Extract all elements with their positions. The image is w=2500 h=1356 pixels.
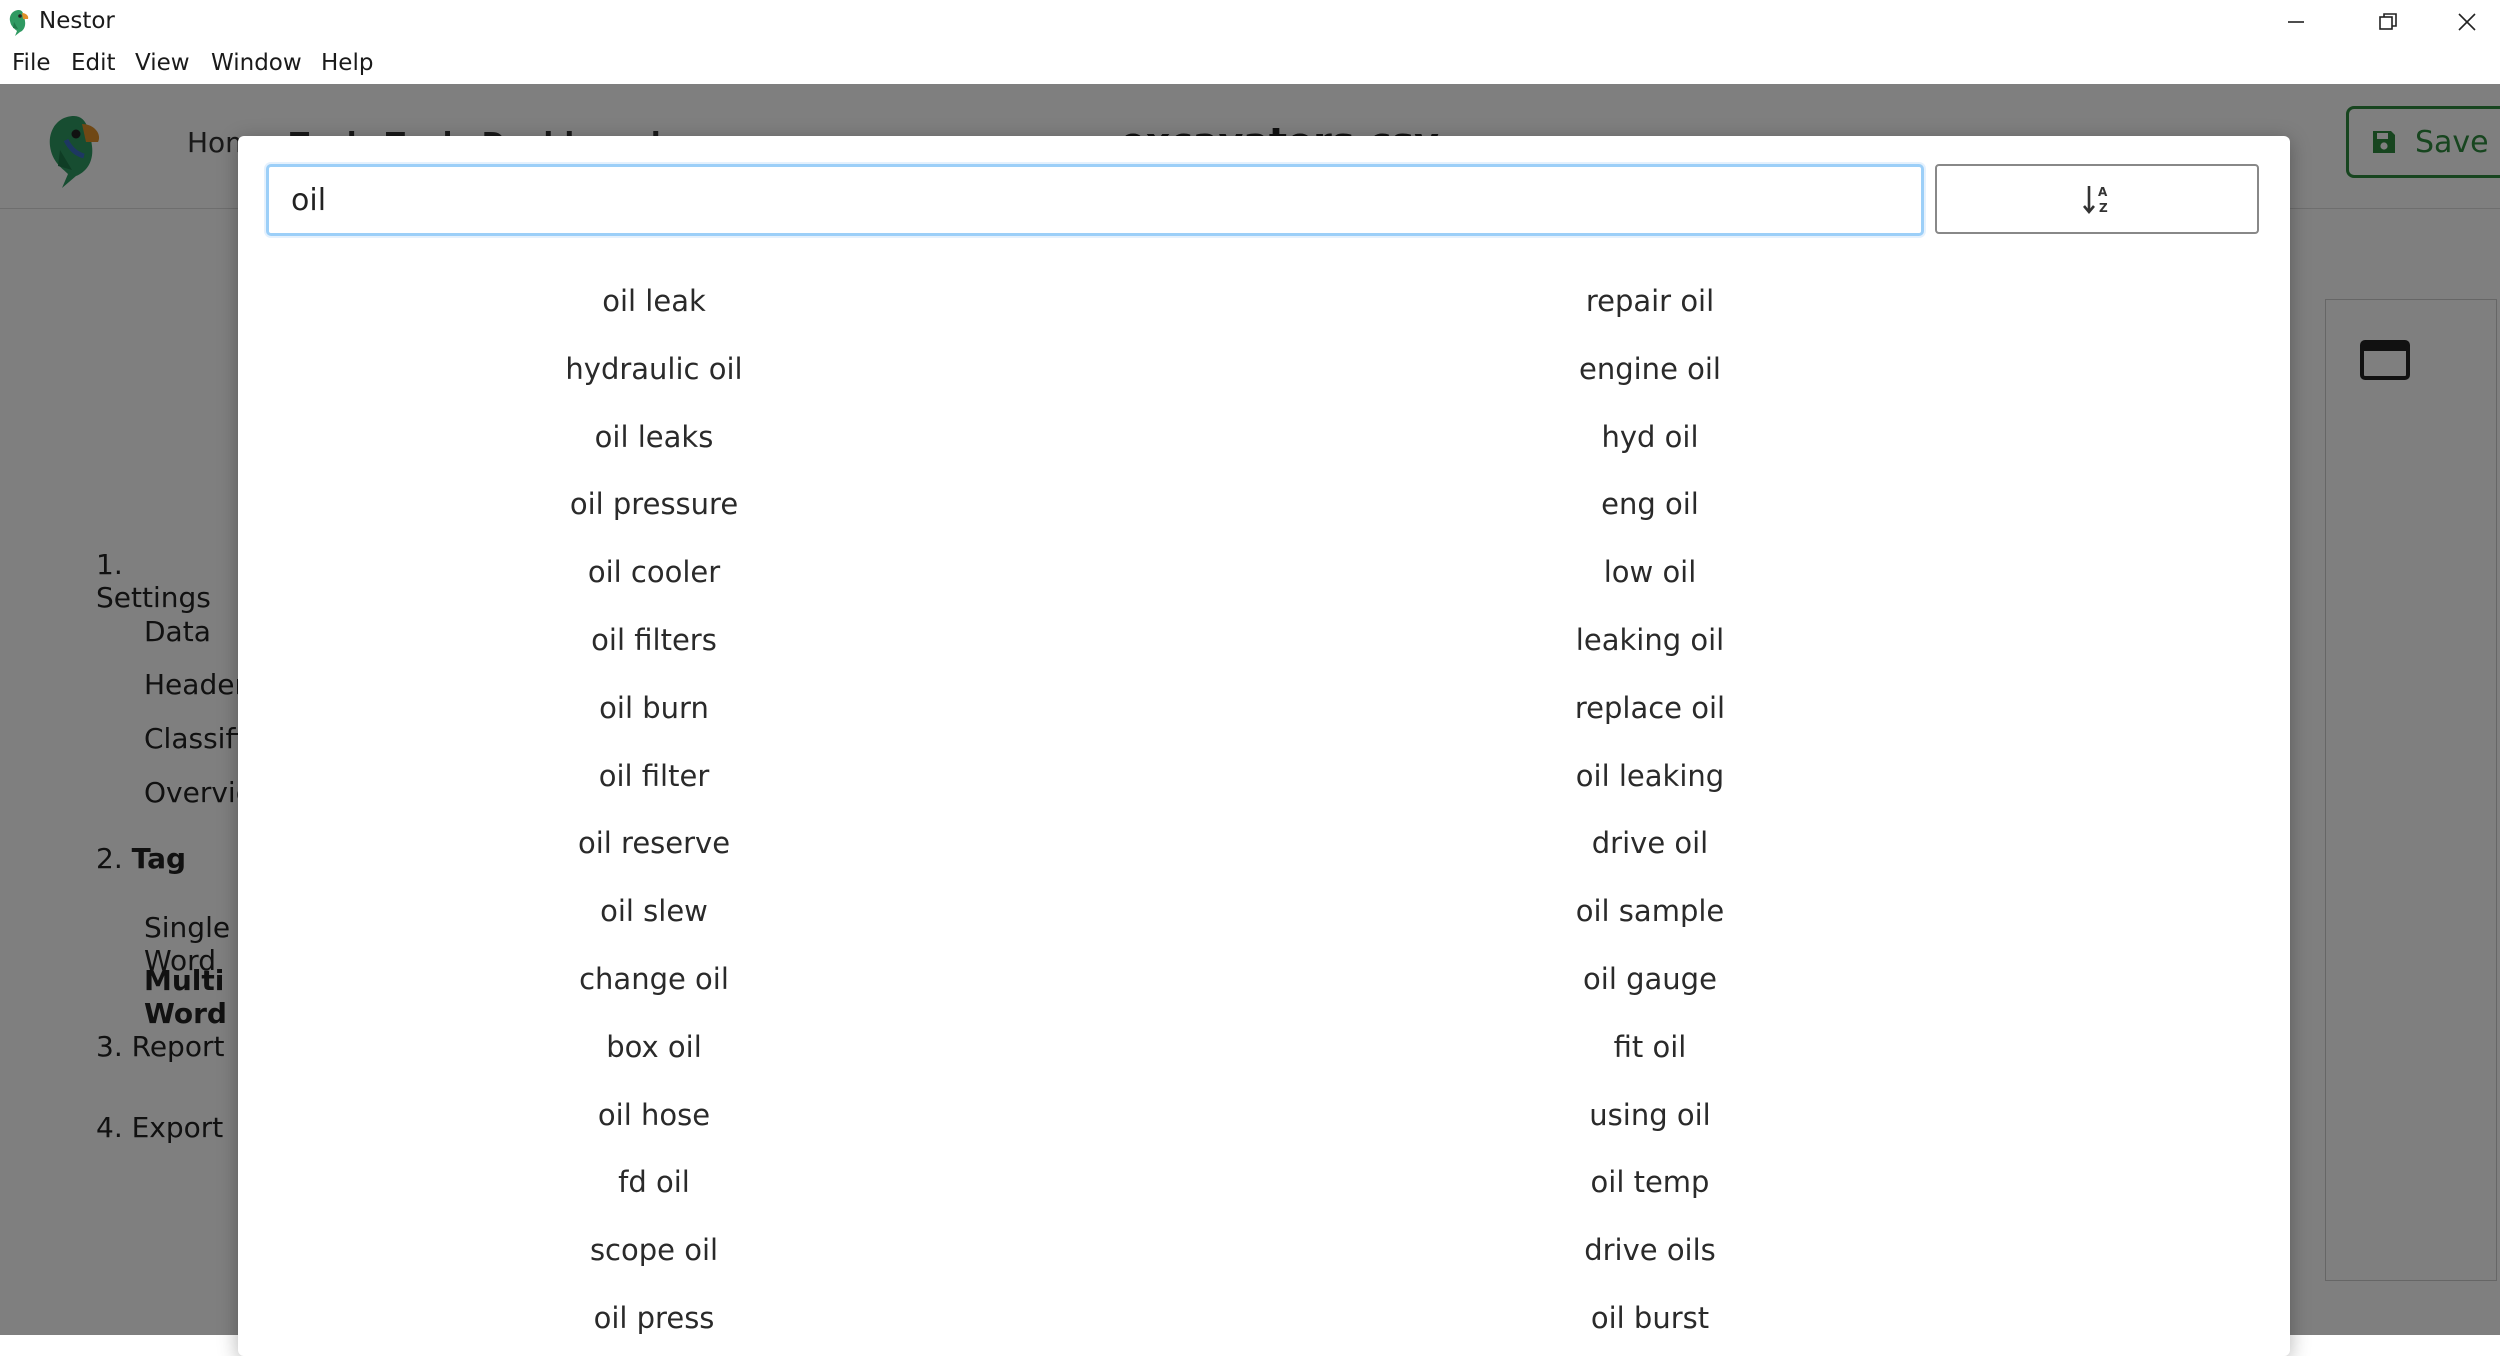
term-item[interactable]: oil reserve: [304, 826, 1004, 860]
term-search-input[interactable]: [266, 164, 1924, 236]
term-item[interactable]: fit oil: [1300, 1030, 2000, 1064]
menu-view[interactable]: View: [135, 50, 190, 76]
term-item[interactable]: replace oil: [1300, 691, 2000, 725]
term-item[interactable]: change oil: [304, 962, 1004, 996]
term-item[interactable]: oil burn: [304, 691, 1004, 725]
nestor-logo-icon: [9, 10, 29, 36]
menu-file[interactable]: File: [12, 50, 51, 76]
term-item[interactable]: oil cooler: [304, 555, 1004, 589]
close-button[interactable]: [2434, 0, 2500, 44]
term-item[interactable]: oil press: [304, 1301, 1004, 1335]
sort-alphabetical-button[interactable]: A Z: [1935, 164, 2259, 234]
term-item[interactable]: using oil: [1300, 1098, 2000, 1132]
term-item[interactable]: oil leaking: [1300, 759, 2000, 793]
term-item[interactable]: drive oils: [1300, 1233, 2000, 1267]
close-icon: [2458, 13, 2476, 31]
term-item[interactable]: oil pressure: [304, 487, 1004, 521]
minimize-button[interactable]: [2250, 0, 2342, 44]
term-item[interactable]: engine oil: [1300, 352, 2000, 386]
term-item[interactable]: oil burst: [1300, 1301, 2000, 1335]
restore-button[interactable]: [2342, 0, 2434, 44]
term-item[interactable]: box oil: [304, 1030, 1004, 1064]
term-item[interactable]: oil filter: [304, 759, 1004, 793]
term-item[interactable]: drive oil: [1300, 826, 2000, 860]
sort-alpha-down-icon: A Z: [2083, 185, 2108, 215]
restore-icon: [2379, 13, 2397, 30]
term-item[interactable]: fd oil: [304, 1165, 1004, 1199]
term-item[interactable]: hydraulic oil: [304, 352, 1004, 386]
term-item[interactable]: eng oil: [1300, 487, 2000, 521]
term-item[interactable]: oil hose: [304, 1098, 1004, 1132]
term-item[interactable]: oil sample: [1300, 894, 2000, 928]
minimize-icon: [2288, 21, 2304, 23]
term-item[interactable]: oil temp: [1300, 1165, 2000, 1199]
window-title: Nestor: [39, 8, 115, 34]
term-item[interactable]: oil slew: [304, 894, 1004, 928]
svg-text:A: A: [2098, 185, 2108, 199]
term-item[interactable]: oil leak: [304, 284, 1004, 318]
term-item[interactable]: oil leaks: [304, 420, 1004, 454]
term-item[interactable]: oil gauge: [1300, 962, 2000, 996]
term-item[interactable]: oil filters: [304, 623, 1004, 657]
term-item[interactable]: low oil: [1300, 555, 2000, 589]
term-search-modal: A Z oil leak hydraulic oil oil leaks oil pr…: [238, 136, 2290, 1356]
term-item[interactable]: leaking oil: [1300, 623, 2000, 657]
term-item[interactable]: repair oil: [1300, 284, 2000, 318]
title-bar: Nestor: [0, 0, 2500, 44]
term-item[interactable]: hyd oil: [1300, 420, 2000, 454]
menu-bar: File Edit View Window Help: [0, 44, 2500, 84]
term-item[interactable]: scope oil: [304, 1233, 1004, 1267]
svg-text:Z: Z: [2099, 201, 2108, 215]
menu-help[interactable]: Help: [321, 50, 373, 76]
menu-window[interactable]: Window: [211, 50, 302, 76]
menu-edit[interactable]: Edit: [71, 50, 116, 76]
